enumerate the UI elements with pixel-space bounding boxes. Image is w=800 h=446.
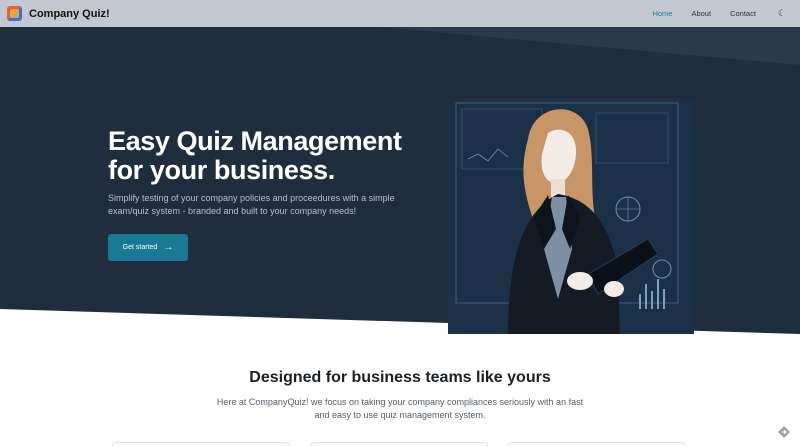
- nav-contact[interactable]: Contact: [730, 9, 756, 18]
- main-nav: Home About Contact ☾: [633, 8, 786, 19]
- feature-card: [112, 442, 290, 446]
- get-started-label: Get started: [122, 244, 158, 251]
- feature-card: [508, 442, 686, 446]
- hero-subtitle: Simplify testing of your company policie…: [108, 193, 395, 216]
- diamond-icon[interactable]: [777, 425, 791, 439]
- top-navbar: Company Quiz! Home About Contact ☾: [0, 0, 800, 27]
- arrow-right-icon: →: [163, 241, 174, 253]
- moon-icon[interactable]: ☾: [778, 8, 786, 19]
- section-text: Here at CompanyQuiz! we focus on taking …: [216, 397, 584, 420]
- feature-card: [310, 442, 488, 446]
- nav-home[interactable]: Home: [652, 9, 672, 18]
- section-title: Designed for business teams like yours: [249, 369, 551, 386]
- brand-name: Company Quiz!: [29, 7, 110, 20]
- businesswoman-tablet-illustration: [448, 99, 694, 334]
- hero-title: Easy Quiz Management for your business.: [108, 126, 402, 185]
- nav-about[interactable]: About: [691, 9, 711, 18]
- logo-icon: [7, 6, 22, 21]
- get-started-button[interactable]: Get started →: [108, 234, 188, 261]
- brand-link[interactable]: Company Quiz!: [7, 6, 110, 21]
- hero-section: Easy Quiz Management for your business. …: [0, 27, 800, 334]
